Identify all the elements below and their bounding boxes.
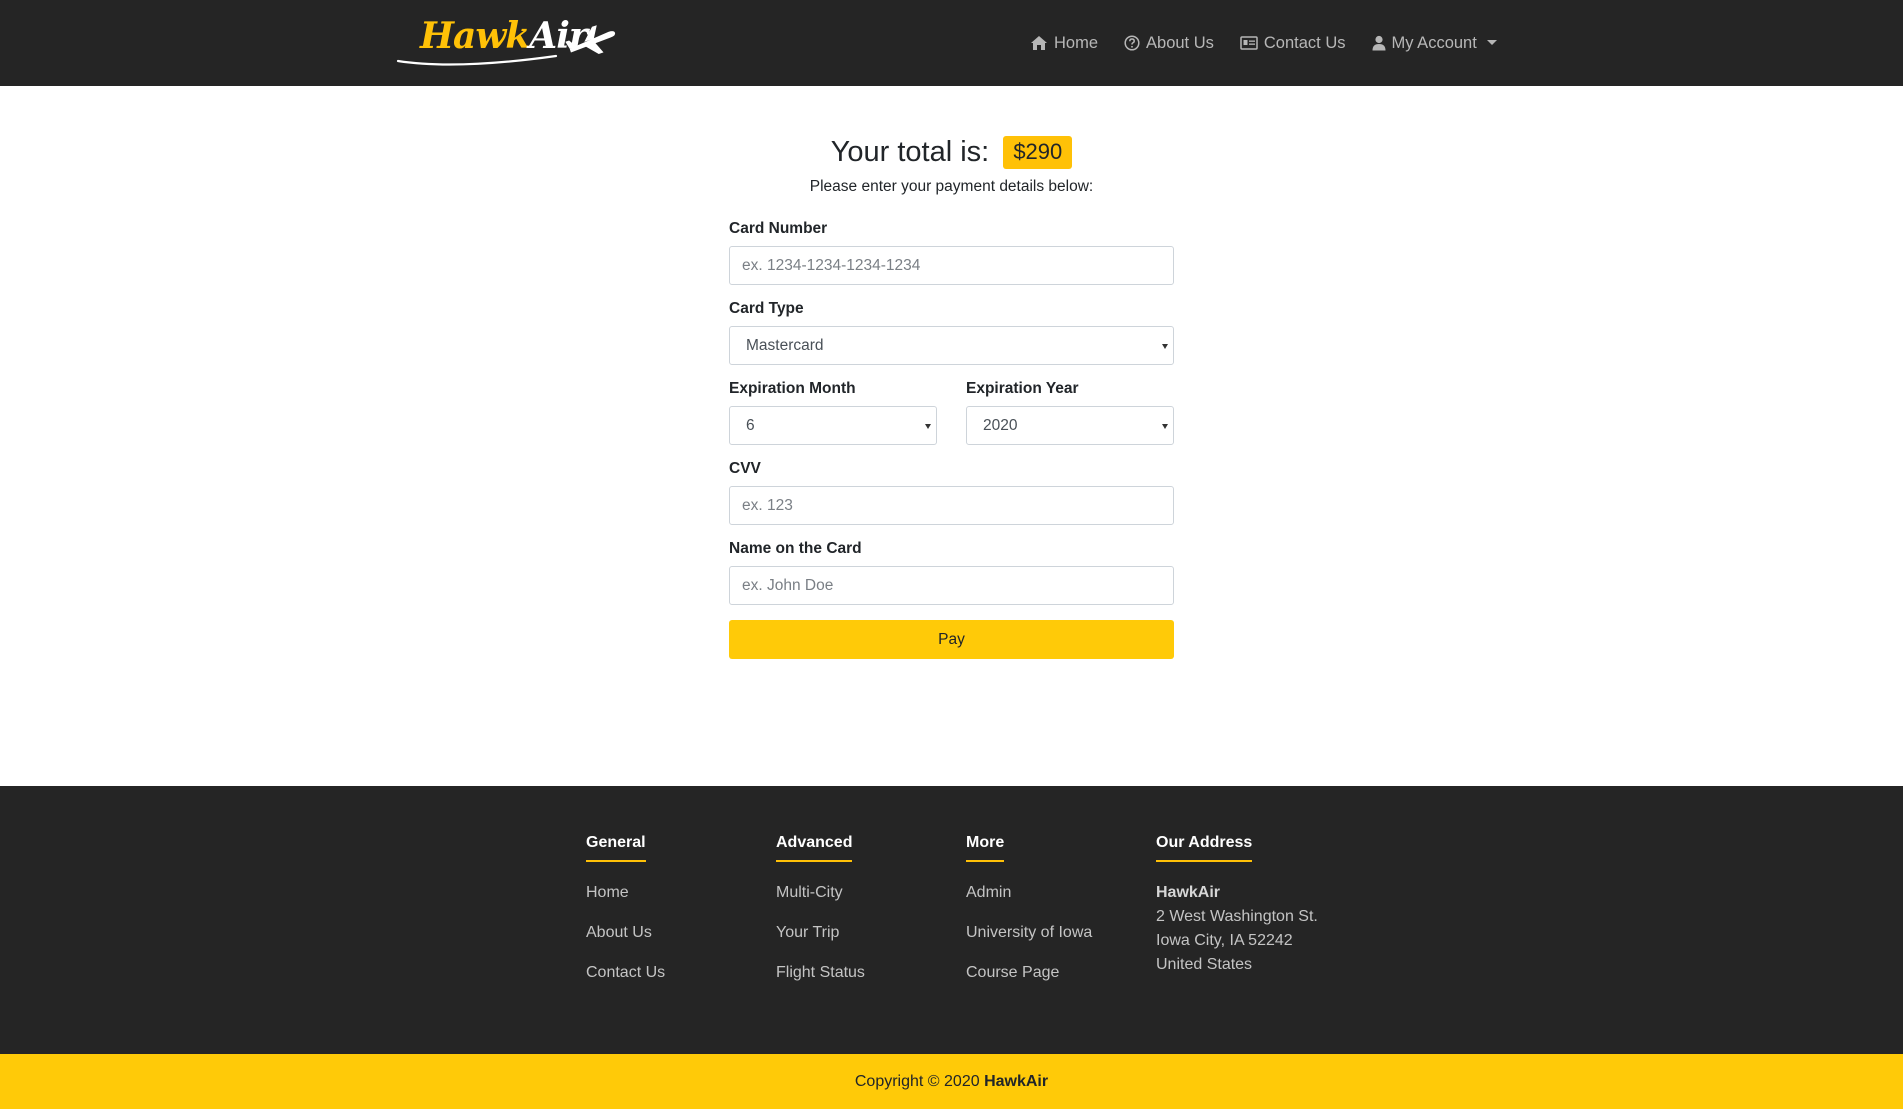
payment-subtitle: Please enter your payment details below: <box>809 178 1094 195</box>
footer: General Home About Us Contact Us Advance… <box>0 786 1903 1054</box>
name-on-card-input[interactable] <box>729 566 1174 605</box>
name-on-card-label: Name on the Card <box>729 540 862 557</box>
nav-contact[interactable]: Contact Us <box>1240 34 1346 53</box>
total-label: Your total is: <box>830 136 990 168</box>
footer-link-admin[interactable]: Admin <box>966 884 1092 924</box>
footer-link-home[interactable]: Home <box>586 884 665 924</box>
nav-my-account-label: My Account <box>1391 33 1477 52</box>
card-type-label: Card Type <box>729 300 804 317</box>
footer-col-general: General Home About Us Contact Us <box>586 834 665 1004</box>
footer-link-course-page[interactable]: Course Page <box>966 964 1092 1004</box>
footer-heading-more: More <box>966 834 1005 862</box>
brand-name-part2: Air <box>529 15 588 57</box>
address-line-street: 2 West Washington St. <box>1156 908 1318 925</box>
chevron-down-icon <box>1486 39 1497 45</box>
brand-logo[interactable]: HawkAir <box>396 14 622 70</box>
nav-about-label: About Us <box>1146 33 1214 52</box>
footer-links-advanced: Multi-City Your Trip Flight Status <box>776 884 865 1004</box>
copyright-text: Copyright © 2020 <box>854 1073 980 1090</box>
nav-contact-label: Contact Us <box>1263 33 1346 52</box>
footer-col-more: More Admin University of Iowa Course Pag… <box>966 834 1092 1004</box>
footer-heading-address: Our Address <box>1156 834 1253 862</box>
footer-link-contact-us[interactable]: Contact Us <box>586 964 665 1004</box>
exp-year-select[interactable]: 2020 <box>966 406 1174 445</box>
brand-name: HawkAir <box>420 15 588 57</box>
footer-link-multi-city[interactable]: Multi-City <box>776 884 865 924</box>
address-line-city: Iowa City, IA 52242 <box>1156 932 1293 949</box>
copyright-brand: HawkAir <box>984 1073 1049 1090</box>
exp-year-selected: 2020 <box>983 416 1018 434</box>
total-heading: Your total is: $290 <box>0 136 1903 169</box>
address-company-name: HawkAir <box>1156 884 1221 901</box>
exp-month-select[interactable]: 6 <box>729 406 937 445</box>
card-number-label: Card Number <box>729 220 828 237</box>
exp-month-label: Expiration Month <box>729 380 856 397</box>
footer-links-general: Home About Us Contact Us <box>586 884 665 1004</box>
id-card-icon <box>1240 36 1258 50</box>
address-line-country: United States <box>1156 956 1253 973</box>
footer-heading-advanced: Advanced <box>776 834 853 862</box>
exp-month-selected: 6 <box>746 416 755 434</box>
cvv-input[interactable] <box>729 486 1174 525</box>
card-number-input[interactable] <box>729 246 1174 285</box>
footer-link-university-of-iowa[interactable]: University of Iowa <box>966 924 1092 964</box>
select-arrow-icon <box>1162 424 1168 429</box>
select-arrow-icon <box>1162 344 1168 349</box>
pay-button[interactable]: Pay <box>729 620 1174 659</box>
navbar: HawkAir Home About Us Contact Us My Acco… <box>0 0 1903 86</box>
footer-link-your-trip[interactable]: Your Trip <box>776 924 865 964</box>
payment-section: Your total is: $290 Please enter your pa… <box>0 86 1903 786</box>
footer-col-address: Our Address HawkAir 2 West Washington St… <box>1156 834 1318 980</box>
user-icon <box>1372 35 1386 51</box>
footer-heading-general: General <box>586 834 646 862</box>
cvv-label: CVV <box>729 460 761 477</box>
exp-year-label: Expiration Year <box>966 380 1079 397</box>
total-amount-badge: $290 <box>1003 136 1073 169</box>
select-arrow-icon <box>925 424 931 429</box>
footer-link-about-us[interactable]: About Us <box>586 924 665 964</box>
card-type-selected: Mastercard <box>746 336 824 354</box>
home-icon <box>1031 36 1047 50</box>
footer-links-more: Admin University of Iowa Course Page <box>966 884 1092 1004</box>
question-circle-icon <box>1124 35 1140 51</box>
nav-home-label: Home <box>1054 33 1099 52</box>
footer-col-advanced: Advanced Multi-City Your Trip Flight Sta… <box>776 834 865 1004</box>
nav-my-account[interactable]: My Account <box>1372 34 1497 53</box>
nav-links: Home About Us Contact Us My Account <box>1030 31 1523 55</box>
nav-home[interactable]: Home <box>1030 34 1098 53</box>
card-type-select[interactable]: Mastercard <box>729 326 1174 365</box>
copyright-bar: Copyright © 2020 HawkAir <box>0 1054 1903 1109</box>
nav-about[interactable]: About Us <box>1124 34 1214 53</box>
brand-name-part1: Hawk <box>420 15 530 57</box>
footer-link-flight-status[interactable]: Flight Status <box>776 964 865 1004</box>
